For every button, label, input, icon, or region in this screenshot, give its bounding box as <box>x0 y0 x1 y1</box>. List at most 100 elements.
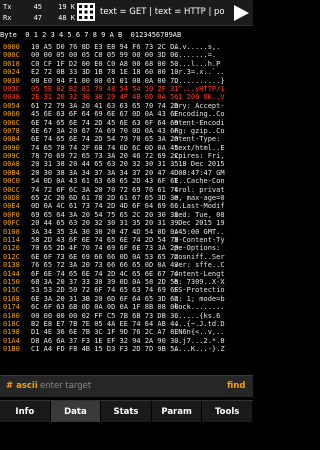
dump-hex: 68 3A 20 37 33 30 39 0D 0A 58 2D 58 <box>31 277 179 286</box>
dump-hex: 74 72 6F 6C 3A 20 70 72 69 76 61 74 <box>31 185 179 194</box>
dump-hex: D1 4E 36 6E 7B 3C 1F 9D 76 2C A7 8E <box>31 328 179 337</box>
dump-row[interactable]: 006C 6E 74 65 6E 74 2D 45 6E 63 6F 64 69 n… <box>0 119 253 127</box>
tx-count: 45 <box>33 3 42 11</box>
tab-param[interactable]: Param <box>151 401 203 423</box>
dump-row[interactable]: 00D8 65 2C 20 6D 61 78 2D 61 67 65 3D 30 e… <box>0 194 253 202</box>
dump-ascii: ver: sffe..C <box>174 261 225 270</box>
dump-hex: 20 31 38 20 44 65 63 20 32 30 31 35 <box>31 160 179 169</box>
dump-row[interactable]: 00B4 20 30 38 3A 34 37 3A 34 37 20 47 4D … <box>0 169 253 177</box>
dump-address: 00F0 <box>3 210 20 219</box>
dump-row[interactable]: 018C B2 E8 E7 7B 7E 05 4A EE 74 64 AB 44.… <box>0 320 253 328</box>
dump-row[interactable]: 012C 6E 6F 73 6E 69 66 66 0D 0A 53 65 72 n… <box>0 253 253 261</box>
dump-hex: 6E 3A 20 31 3B 20 6D 6F 64 65 3D 62 <box>31 294 179 303</box>
dump-address: 0018 <box>3 59 20 68</box>
dump-row[interactable]: 0090 74 65 78 74 2F 68 74 6D 6C 0D 0A 45 t… <box>0 144 253 152</box>
dump-row[interactable]: 0030 00 E0 94 F1 00 00 01 01 08 0A 00 7D.… <box>0 77 253 85</box>
dump-row[interactable]: 00C0 54 0D 0A 43 61 63 68 65 2D 43 6F 6E T… <box>0 177 253 185</box>
tab-tools[interactable]: Tools <box>202 401 253 423</box>
dump-ascii: text/html..E <box>174 143 225 152</box>
dump-ascii: ntent-Type: <box>174 135 225 144</box>
dump-ascii: .r.3=.x..`.. <box>174 68 225 77</box>
dump-address: 015C <box>3 286 20 295</box>
dump-address: 0030 <box>3 76 20 85</box>
tab-info[interactable]: Info <box>0 401 51 423</box>
hex-dump[interactable]: 0000 10 A5 D0 76 8D E3 E8 94 F6 73 2C DA.… <box>0 43 253 371</box>
dump-address: 00E4 <box>3 202 20 211</box>
dump-ascii: n: 1; mode=b <box>174 294 225 303</box>
dump-hex: 00 00 05 00 05 C8 05 99 00 00 3D 06 <box>31 51 179 60</box>
dump-row[interactable]: 0084 6E 74 65 6E 74 2D 54 79 70 65 3A 20 n… <box>0 135 253 143</box>
dump-row[interactable]: 01A4 D8 A6 6A 37 F3 1E EF 32 94 2A 90 30.… <box>0 337 253 345</box>
dump-row[interactable]: 00FC 20 44 65 63 20 32 30 31 35 20 31 39 … <box>0 219 253 227</box>
dump-ascii: .N6n{<..v,.. <box>174 328 225 337</box>
dump-hex: D8 A6 6A 37 F3 1E EF 32 94 2A 90 30 <box>31 336 179 345</box>
play-icon[interactable] <box>232 4 250 22</box>
search-input[interactable]: enter target <box>40 381 91 391</box>
dump-ascii: nosniff..Ser <box>174 252 225 261</box>
dump-row[interactable]: 0078 6E 67 3A 20 67 7A 69 70 0D 0A 43 6F n… <box>0 127 253 135</box>
dump-row[interactable]: 0060 45 6E 63 6F 64 69 6E 67 0D 0A 43 6F E… <box>0 110 253 118</box>
dump-row[interactable]: 0138 76 65 72 3A 20 73 66 66 65 0D 0A 43 v… <box>0 261 253 269</box>
dump-address: 018C <box>3 319 20 328</box>
dump-row[interactable]: 00F0 69 65 64 3A 20 54 75 65 2C 20 30 38 i… <box>0 211 253 219</box>
dump-row[interactable]: 0174 6C 6F 63 6B 0D 0A 0D 0A 1F 8B 08 00 l… <box>0 303 253 311</box>
dump-row[interactable]: 0168 6E 3A 20 31 3B 20 6D 6F 64 65 3D 62 n… <box>0 295 253 303</box>
dump-ascii: SS-Protectio <box>174 286 225 295</box>
tab-stats[interactable]: Stats <box>101 401 152 423</box>
dump-hex: 6E 74 65 6E 74 2D 54 79 70 65 3A 20 <box>31 135 179 144</box>
search-bar: # ascii enter target find <box>0 375 253 397</box>
dump-hex: 61 72 79 3A 20 41 63 63 65 70 74 2D <box>31 101 179 110</box>
tab-bar: Info Data Stats Param Tools <box>0 400 253 423</box>
dump-row[interactable]: 0180 00 00 00 00 02 FF C5 7B 6B 73 DB 36.… <box>0 312 253 320</box>
dump-address: 00FC <box>3 219 20 228</box>
dump-row[interactable]: 0198 D1 4E 36 6E 7B 3C 1F 9D 76 2C A7 8E.… <box>0 328 253 336</box>
dump-row[interactable]: 0108 3A 34 35 3A 30 30 20 47 4D 54 0D 0A:… <box>0 228 253 236</box>
dump-row[interactable]: 0150 68 3A 20 37 33 30 39 0D 0A 58 2D 58 h… <box>0 278 253 286</box>
dump-row[interactable]: 0018 C0 CF 1F D2 00 E0 C0 A8 00 68 00 50.… <box>0 60 253 68</box>
dump-row[interactable]: 0120 70 65 2D 4F 70 74 69 6F 6E 73 3A 20 p… <box>0 244 253 252</box>
dump-ascii: ng: gzip..Co <box>174 126 225 135</box>
dump-address: 0054 <box>3 101 20 110</box>
dump-ascii: ontent-Lengt <box>174 269 225 278</box>
dump-ascii: Encoding..Co <box>174 110 225 119</box>
dump-address: 012C <box>3 252 20 261</box>
grid-icon[interactable] <box>77 3 95 21</box>
traffic-counters: Tx 45 19 K Rx 47 48 K <box>3 2 75 24</box>
dump-hex: 70 65 2D 4F 70 74 69 6F 6E 73 3A 20 <box>31 244 179 253</box>
dump-row[interactable]: 0000 10 A5 D0 76 8D E3 E8 94 F6 73 2C DA.… <box>0 43 253 51</box>
dump-address: 0198 <box>3 328 20 337</box>
dump-address: 00A8 <box>3 160 20 169</box>
dump-row[interactable]: 0114 58 2D 43 6F 6E 74 65 6E 74 2D 54 79 X… <box>0 236 253 244</box>
dump-row[interactable]: 0048 2E 31 20 32 30 30 20 4F 4B 0D 0A 56.… <box>0 93 253 101</box>
dump-ascii: ary: Accept- <box>174 101 225 110</box>
dump-row[interactable]: 015C 53 53 2D 50 72 6F 74 65 63 74 69 6F S… <box>0 286 253 294</box>
filter-expression[interactable]: text = GET | text = HTTP | po <box>100 7 224 20</box>
dump-address: 00D8 <box>3 194 20 203</box>
dump-address: 0138 <box>3 261 20 270</box>
dump-row[interactable]: 01B0 C1 A4 FD F8 4B 15 D3 F3 2D 7D 9B 5A.… <box>0 345 253 353</box>
dump-ascii: .^...yHTTP/1 <box>174 84 225 93</box>
tab-data[interactable]: Data <box>50 401 102 423</box>
dump-hex: 53 53 2D 50 72 6F 74 65 63 74 69 6F <box>31 286 179 295</box>
dump-ascii: ........=. <box>174 51 217 60</box>
rx-size: 48 K <box>58 14 75 22</box>
dump-row[interactable]: 003C 05 5E 02 B2 81 79 48 54 54 50 2F 31.… <box>0 85 253 93</box>
dump-row[interactable]: 0024 E2 72 0B 33 3D 1B 78 1E 18 60 80 10.… <box>0 68 253 76</box>
dump-row[interactable]: 0054 61 72 79 3A 20 41 63 63 65 70 74 2D a… <box>0 102 253 110</box>
dump-row[interactable]: 00A8 20 31 38 20 44 65 63 20 32 30 31 35 … <box>0 160 253 168</box>
dump-address: 0114 <box>3 235 20 244</box>
dump-ascii: pe-Options: <box>174 244 225 253</box>
dump-ascii: 18 Dec 2015 <box>174 160 225 169</box>
dump-row[interactable]: 0144 6F 6E 74 65 6E 74 2D 4C 65 6E 67 74 o… <box>0 270 253 278</box>
dump-row[interactable]: 00E4 0D 0A 4C 61 73 74 2D 4D 6F 64 69 66.… <box>0 202 253 210</box>
top-toolbar: Tx 45 19 K Rx 47 48 K text = GET | text … <box>0 0 253 26</box>
dump-ascii: lock........ <box>174 303 225 312</box>
find-button[interactable]: find <box>227 381 245 391</box>
dump-address: 00C0 <box>3 177 20 186</box>
dump-row[interactable]: 000C 00 00 05 00 05 C8 05 99 00 00 3D 06.… <box>0 51 253 59</box>
dump-row[interactable]: 009C 78 70 69 72 65 73 3A 20 46 72 69 2C x… <box>0 152 253 160</box>
dump-row[interactable]: 00CC 74 72 6F 6C 3A 20 70 72 69 76 61 74 t… <box>0 186 253 194</box>
search-mode-toggle[interactable]: # ascii <box>6 381 38 391</box>
dump-hex: 6E 67 3A 20 67 7A 69 70 0D 0A 43 6F <box>31 126 179 135</box>
dump-hex: 10 A5 D0 76 8D E3 E8 94 F6 73 2C DA <box>31 43 179 51</box>
